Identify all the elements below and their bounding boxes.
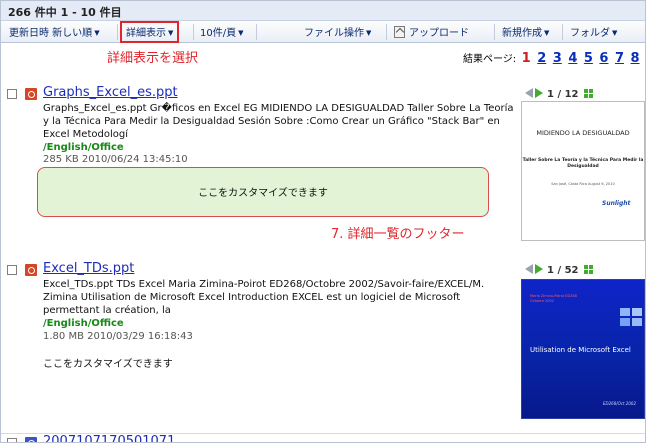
customizable-footer-text: ここをカスタマイズできます [43,359,173,370]
result-folder-link[interactable]: /English/Office [43,142,124,153]
chevron-down-icon: ▼ [544,29,550,37]
page-link[interactable]: 4 [568,51,577,66]
upload-button[interactable]: アップロード [394,24,469,40]
powerpoint-file-icon [25,264,37,276]
upload-icon [394,26,405,38]
toolbar-divider [256,24,257,40]
slide-grid-icon[interactable] [583,265,593,274]
file-ops-label: ファイル操作 [304,28,364,39]
preview-page-indicator: 1 / 12 [547,89,579,100]
result-checkbox[interactable] [7,265,17,275]
sort-dropdown[interactable]: 更新日時 新しい順 ▼ [9,24,100,40]
chevron-down-icon: ▼ [612,29,618,37]
detail-view-label: 詳細表示 [126,28,166,39]
chevron-down-icon: ▼ [168,29,174,37]
toolbar-divider [193,24,194,40]
next-slide-icon[interactable] [535,264,543,274]
folder-label: フォルダ [570,28,610,39]
windows-logo-icon [620,308,642,326]
slide-grid-icon[interactable] [583,89,593,98]
upload-label: アップロード [409,28,469,39]
slide-subtitle: Taller Sobre La Teoría y la Técnica Para… [522,158,644,169]
file-icon [25,437,37,442]
file-list-window: 266 件中 1 - 10 件目 更新日時 新しい順 ▼ 詳細表示 ▼ 10件/頁 ▼… [0,0,646,443]
page-link[interactable]: 7 [615,51,624,66]
result-meta: 285 KB 2010/06/24 13:45:10 [43,154,188,165]
per-page-dropdown[interactable]: 10件/頁 ▼ [200,24,243,40]
result-count: 266 件中 1 - 10 件目 [8,6,122,19]
preview-navigation: 1 / 52 [525,264,593,276]
previous-slide-icon[interactable] [525,88,533,98]
annotation-select-detail: 詳細表示を選択 [107,51,199,66]
page-link[interactable]: 6 [599,51,608,66]
slide-preview-thumbnail[interactable]: Maria Zimina-Poirot ED268 Octobre 2002 U… [521,279,645,419]
pagination-label: 結果ページ: [463,54,517,65]
slide-preview-thumbnail[interactable]: MIDIENDO LA DESIGUALDAD Taller Sobre La … [521,101,645,241]
slide-small-text: San José, Costa Rica August 6, 2010 [551,182,615,186]
chevron-down-icon: ▼ [366,29,372,37]
file-ops-dropdown[interactable]: ファイル操作 ▼ [304,24,371,40]
result-checkbox[interactable] [7,89,17,99]
toolbar: 更新日時 新しい順 ▼ 詳細表示 ▼ 10件/頁 ▼ ファイル操作 ▼ アップロード 新… [1,21,645,43]
chevron-down-icon: ▼ [94,29,100,37]
annotation-footer-note: 7. 詳細一覧のフッター [331,227,465,242]
customizable-footer-box: ここをカスタマイズできます [37,167,489,217]
result-snippet: Graphs_Excel_es.ppt Gr�ficos en Excel EG… [43,103,514,140]
new-dropdown[interactable]: 新規作成 ▼ [502,24,549,40]
result-item: 2007107170501071..... [1,433,645,442]
page-link[interactable]: 5 [584,51,593,66]
page-link[interactable]: 2 [537,51,546,66]
result-folder-link[interactable]: /English/Office [43,318,124,329]
result-meta: 1.80 MB 2010/03/29 16:18:43 [43,331,193,342]
preview-navigation: 1 / 12 [525,88,593,100]
toolbar-divider [386,24,387,40]
folder-dropdown[interactable]: フォルダ ▼ [570,24,617,40]
page-link[interactable]: 3 [553,51,562,66]
result-title-link[interactable]: Excel_TDs.ppt [43,261,134,276]
toolbar-divider [117,24,118,40]
result-header: 266 件中 1 - 10 件目 [1,1,645,21]
slide-logo: Sunlight [602,200,631,207]
sort-label: 更新日時 新しい順 [9,28,93,39]
result-snippet: Excel_TDs.ppt TDs Excel Maria Zimina-Poi… [43,279,485,316]
result-title-link[interactable]: 2007107170501071..... [43,434,196,442]
toolbar-divider [494,24,495,40]
result-title-link[interactable]: Graphs_Excel_es.ppt [43,85,178,100]
result-checkbox[interactable] [7,438,17,442]
slide-title: Utilisation de Microsoft Excel [530,346,631,354]
previous-slide-icon[interactable] [525,264,533,274]
pagination: 結果ページ: 1 2 3 4 5 6 7 8 9 1 [463,50,645,66]
page-link[interactable]: 8 [631,51,640,66]
slide-top-text: Maria Zimina-Poirot ED268 Octobre 2002 [530,294,577,303]
chevron-down-icon: ▼ [238,29,244,37]
page-link-current[interactable]: 1 [522,51,531,66]
next-slide-icon[interactable] [535,88,543,98]
slide-footer-text: ED268/Oct 2002 [603,401,636,406]
detail-view-dropdown[interactable]: 詳細表示 ▼ [119,21,180,43]
preview-page-indicator: 1 / 52 [547,265,579,276]
powerpoint-file-icon [25,88,37,100]
slide-title: MIDIENDO LA DESIGUALDAD [536,129,630,137]
customizable-footer-text: ここをカスタマイズできます [198,188,328,199]
new-label: 新規作成 [502,28,542,39]
per-page-label: 10件/頁 [200,28,237,39]
toolbar-divider [562,24,563,40]
